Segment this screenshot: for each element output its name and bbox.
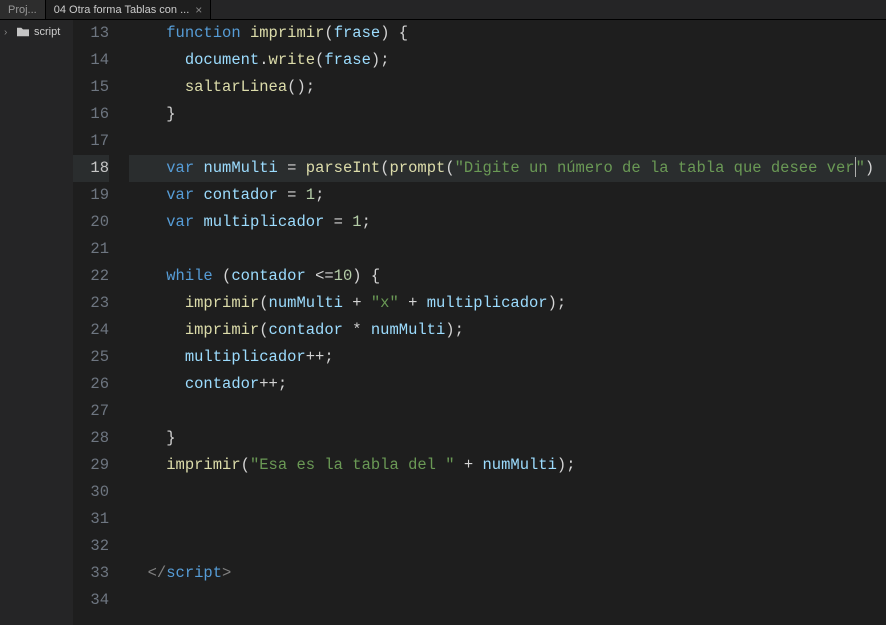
line-number: 14	[73, 47, 109, 74]
close-icon[interactable]: ×	[195, 3, 202, 17]
code-line[interactable]: var multiplicador = 1;	[129, 209, 886, 236]
code-area[interactable]: function imprimir(frase) { document.writ…	[123, 20, 886, 625]
line-number: 17	[73, 128, 109, 155]
line-number: 27	[73, 398, 109, 425]
code-line[interactable]: function imprimir(frase) {	[129, 20, 886, 47]
code-line[interactable]	[129, 587, 886, 614]
tab-label: 04 Otra forma Tablas con ...	[54, 4, 190, 16]
line-number: 16	[73, 101, 109, 128]
code-line[interactable]: imprimir("Esa es la tabla del " + numMul…	[129, 452, 886, 479]
line-number: 23	[73, 290, 109, 317]
text-cursor	[855, 157, 856, 177]
code-line[interactable]: contador++;	[129, 371, 886, 398]
line-number: 26	[73, 371, 109, 398]
code-line[interactable]: }	[129, 101, 886, 128]
code-line[interactable]: }	[129, 425, 886, 452]
line-number: 33	[73, 560, 109, 587]
line-number: 32	[73, 533, 109, 560]
code-line[interactable]: multiplicador++;	[129, 344, 886, 371]
code-line[interactable]	[129, 236, 886, 263]
code-line[interactable]: saltarLinea();	[129, 74, 886, 101]
line-number: 34	[73, 587, 109, 614]
sidebar-item-script[interactable]: › script	[0, 24, 73, 40]
tab-project[interactable]: Proj...	[0, 0, 46, 19]
line-number-gutter: 1314151617181920212223242526272829303132…	[73, 20, 123, 625]
line-number: 15	[73, 74, 109, 101]
line-number: 31	[73, 506, 109, 533]
main-row: › script 1314151617181920212223242526272…	[0, 20, 886, 625]
code-line[interactable]	[129, 533, 886, 560]
line-number: 18	[73, 155, 109, 182]
code-line[interactable]: var numMulti = parseInt(prompt("Digite u…	[129, 155, 886, 182]
code-line[interactable]: </script>	[129, 560, 886, 587]
code-editor[interactable]: 1314151617181920212223242526272829303132…	[73, 20, 886, 625]
line-number: 13	[73, 20, 109, 47]
sidebar-item-label: script	[34, 26, 60, 38]
line-number: 30	[73, 479, 109, 506]
line-number: 21	[73, 236, 109, 263]
code-line[interactable]: while (contador <=10) {	[129, 263, 886, 290]
chevron-right-icon: ›	[4, 27, 12, 38]
line-number: 22	[73, 263, 109, 290]
code-line[interactable]	[129, 479, 886, 506]
code-line[interactable]: imprimir(contador * numMulti);	[129, 317, 886, 344]
code-line[interactable]: document.write(frase);	[129, 47, 886, 74]
tab-bar: Proj... 04 Otra forma Tablas con ... ×	[0, 0, 886, 20]
code-line[interactable]	[129, 398, 886, 425]
code-line[interactable]: var contador = 1;	[129, 182, 886, 209]
tab-label: Proj...	[8, 4, 37, 16]
sidebar: › script	[0, 20, 73, 625]
tab-file[interactable]: 04 Otra forma Tablas con ... ×	[46, 0, 212, 19]
line-number: 28	[73, 425, 109, 452]
line-number: 25	[73, 344, 109, 371]
code-line[interactable]	[129, 506, 886, 533]
line-number: 24	[73, 317, 109, 344]
line-number: 29	[73, 452, 109, 479]
code-line[interactable]	[129, 128, 886, 155]
code-line[interactable]: imprimir(numMulti + "x" + multiplicador)…	[129, 290, 886, 317]
folder-icon	[16, 26, 30, 38]
line-number: 20	[73, 209, 109, 236]
line-number: 19	[73, 182, 109, 209]
